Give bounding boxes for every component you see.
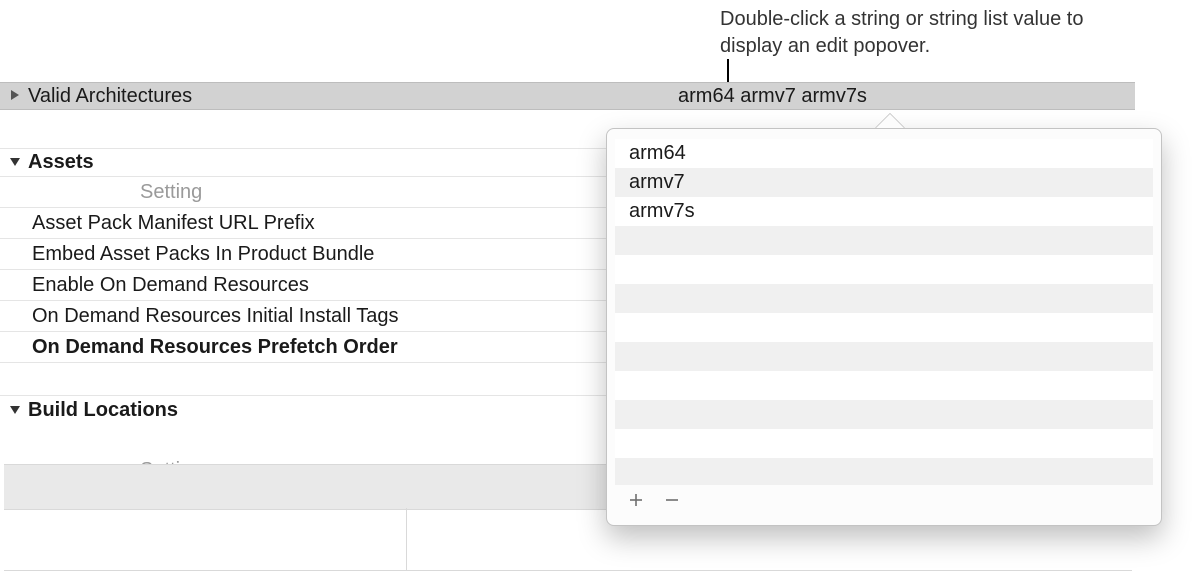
disclosure-triangle-closed-icon[interactable] <box>6 89 24 104</box>
setting-label: Embed Asset Packs In Product Bundle <box>32 243 374 266</box>
list-item-empty[interactable] <box>615 255 1153 284</box>
list-item-label: armv7 <box>629 171 685 194</box>
setting-label: Asset Pack Manifest URL Prefix <box>32 212 315 235</box>
list-item[interactable]: armv7s <box>615 197 1153 226</box>
annotation-callout: Double-click a string or string list val… <box>720 6 1120 60</box>
valid-architectures-value[interactable]: arm64 armv7 armv7s <box>658 85 867 108</box>
list-item[interactable]: arm64 <box>615 139 1153 168</box>
popover-arrow <box>876 114 904 128</box>
bottom-divider <box>4 570 1132 571</box>
plus-icon <box>628 492 644 513</box>
setting-label: On Demand Resources Prefetch Order <box>32 336 398 359</box>
list-item[interactable]: armv7 <box>615 168 1153 197</box>
build-locations-section-title: Build Locations <box>24 399 178 422</box>
annotation-text: Double-click a string or string list val… <box>720 6 1120 60</box>
string-list-edit-popover: arm64 armv7 armv7s <box>606 128 1162 526</box>
list-item-empty[interactable] <box>615 342 1153 371</box>
list-item-empty[interactable] <box>615 429 1153 458</box>
remove-button[interactable] <box>661 491 683 513</box>
column-header-setting: Setting <box>0 181 202 204</box>
list-item-label: armv7s <box>629 200 695 223</box>
list-item-empty[interactable] <box>615 226 1153 255</box>
list-item-empty[interactable] <box>615 371 1153 400</box>
list-item-empty[interactable] <box>615 400 1153 429</box>
disclosure-triangle-open-icon[interactable] <box>6 155 24 170</box>
list-item-empty[interactable] <box>615 313 1153 342</box>
popover-list[interactable]: arm64 armv7 armv7s <box>615 139 1153 485</box>
popover-footer <box>615 485 1153 519</box>
valid-architectures-row[interactable]: Valid Architectures arm64 armv7 armv7s <box>0 82 1135 110</box>
list-item-empty[interactable] <box>615 458 1153 485</box>
minus-icon <box>664 492 680 513</box>
vertical-divider <box>406 508 407 570</box>
disclosure-triangle-open-icon[interactable] <box>6 403 24 418</box>
list-item-label: arm64 <box>629 142 686 165</box>
annotation-leader-line <box>727 59 729 83</box>
setting-label: Enable On Demand Resources <box>32 274 309 297</box>
add-button[interactable] <box>625 491 647 513</box>
list-item-empty[interactable] <box>615 284 1153 313</box>
valid-architectures-label: Valid Architectures <box>24 85 658 108</box>
setting-label: On Demand Resources Initial Install Tags <box>32 305 398 328</box>
assets-section-title: Assets <box>24 151 94 174</box>
